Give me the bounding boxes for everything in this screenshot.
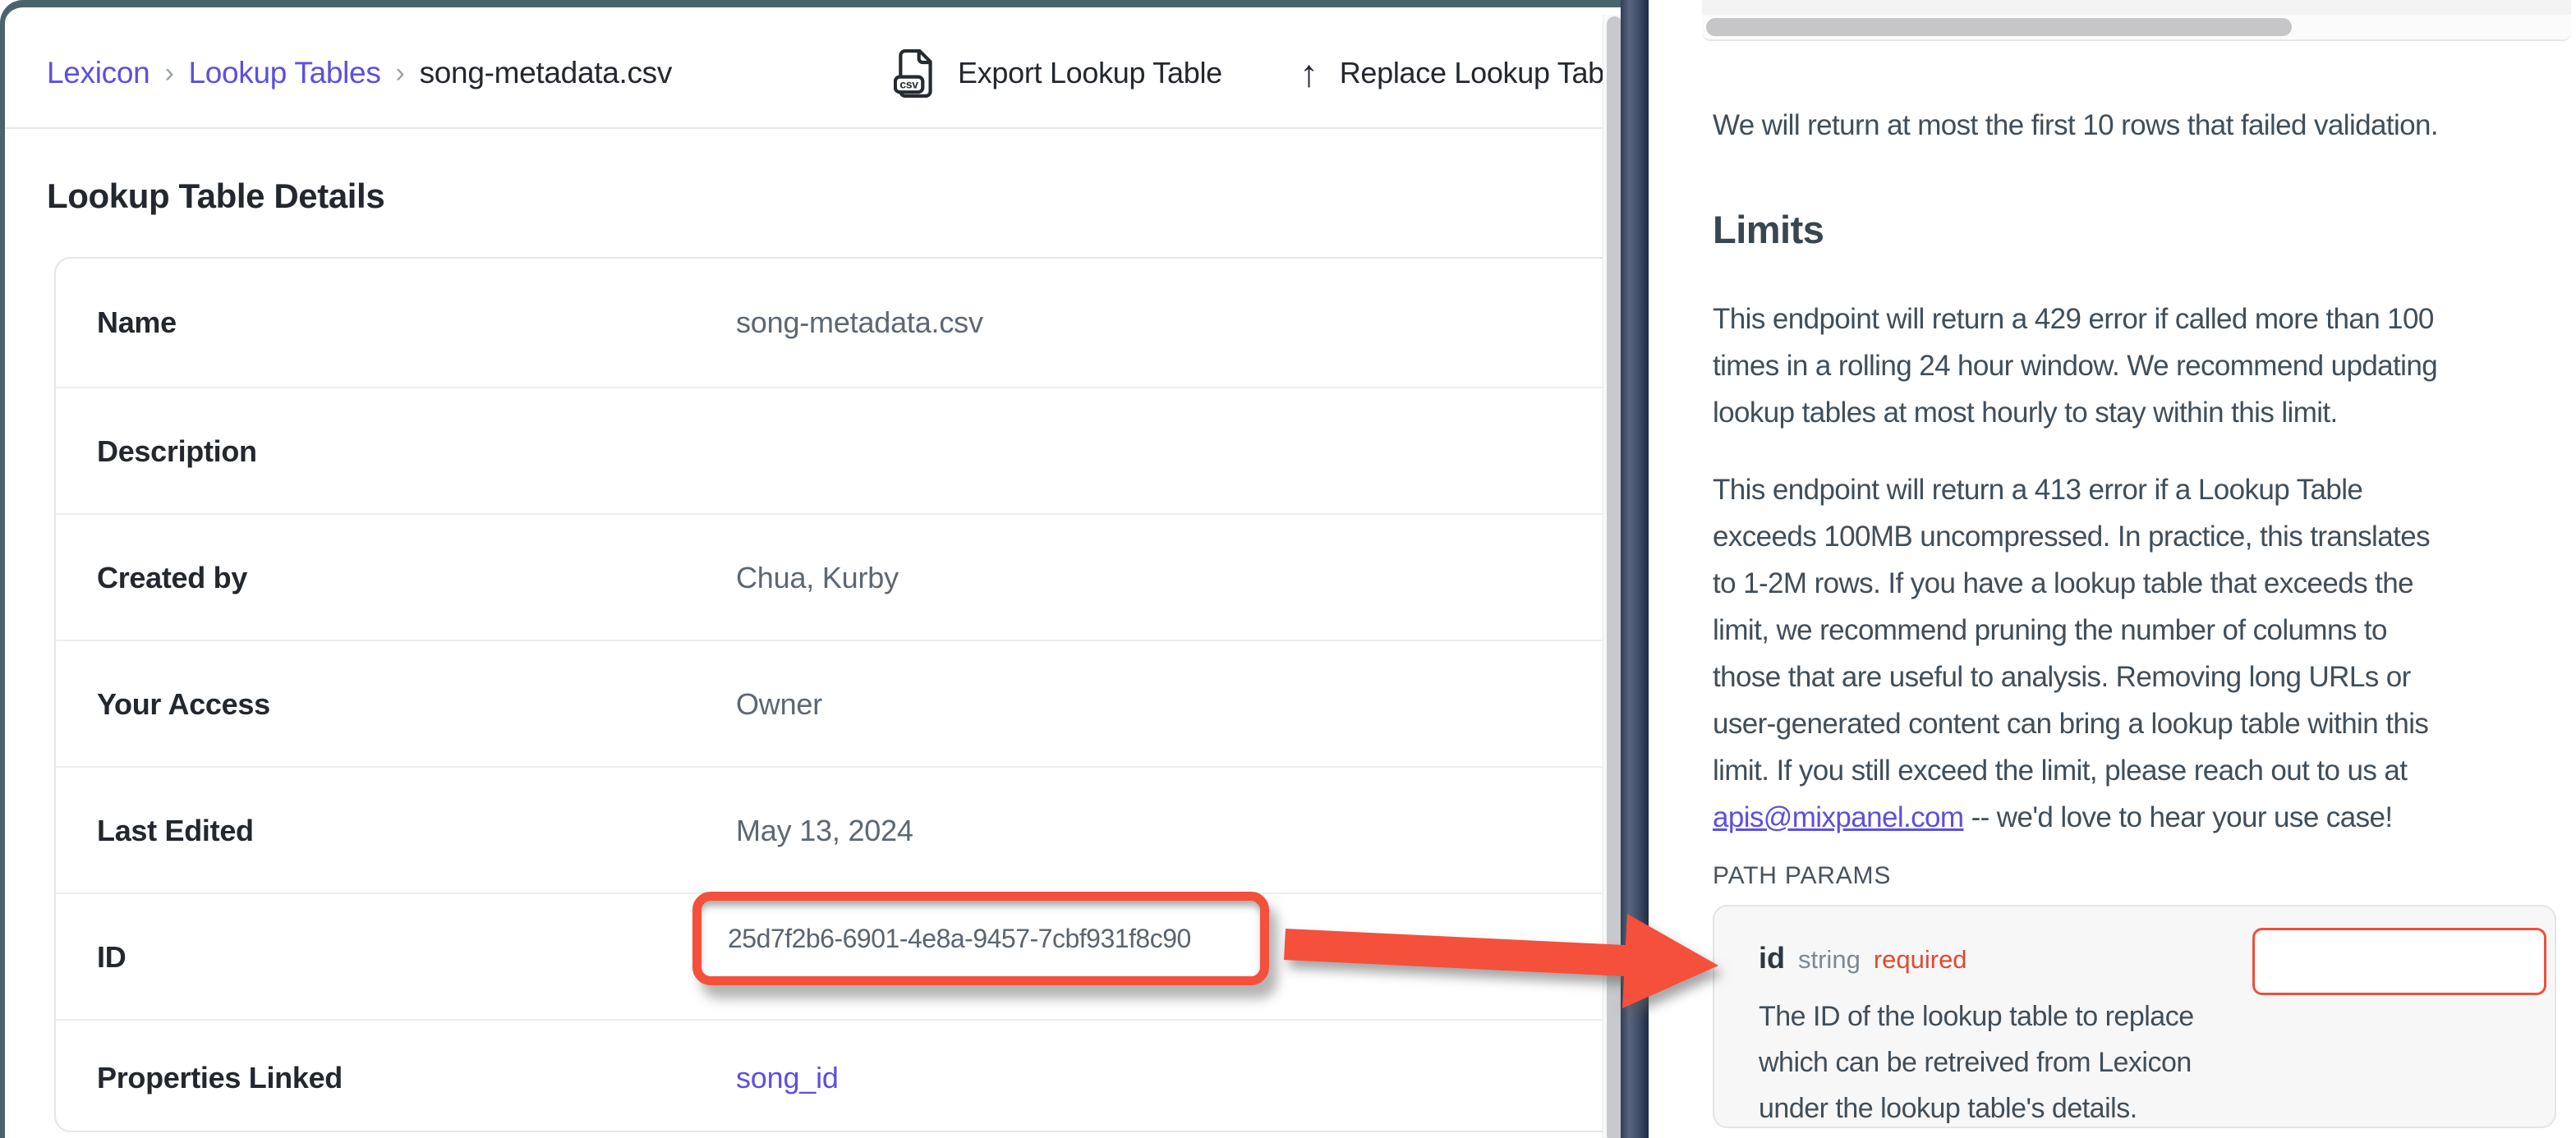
svg-text:csv: csv xyxy=(899,78,918,91)
left-panel-scrollbar-track[interactable] xyxy=(1603,15,1621,1138)
song-id-link[interactable]: song_id xyxy=(736,1061,839,1095)
text-line: limit, we recommend pruning the number o… xyxy=(1713,607,2563,654)
horizontal-scrollbar-thumb[interactable] xyxy=(1706,18,2292,36)
detail-value: Chua, Kurby xyxy=(736,561,899,595)
id-param-input[interactable] xyxy=(2252,928,2546,995)
text-line: apis@mixpanel.com -- we'd love to hear y… xyxy=(1713,794,2563,841)
header-divider xyxy=(5,127,1621,129)
panel-divider xyxy=(1621,0,1649,1138)
detail-label: Your Access xyxy=(97,687,270,722)
left-panel-scrollbar-thumb[interactable] xyxy=(1607,16,1621,1138)
param-header-row: id string required xyxy=(1759,941,1967,975)
text-line: user-generated content can bring a looku… xyxy=(1713,700,2563,747)
api-docs-panel: We will return at most the first 10 rows… xyxy=(1649,0,2576,1138)
export-button-label: Export Lookup Table xyxy=(958,56,1222,90)
path-param-card: id string required The ID of the lookup … xyxy=(1713,905,2556,1128)
detail-label: Description xyxy=(97,434,257,469)
screenshot-root: Lexicon › Lookup Tables › song-metadata.… xyxy=(0,0,2576,1138)
export-lookup-table-button[interactable]: csv Export Lookup Table xyxy=(894,44,1222,103)
mixpanel-email-link[interactable]: apis@mixpanel.com xyxy=(1713,801,1963,833)
chevron-right-icon: › xyxy=(163,57,175,89)
param-required-badge: required xyxy=(1874,945,1967,975)
detail-label: Name xyxy=(97,305,177,340)
text-line: lookup tables at most hourly to stay wit… xyxy=(1713,389,2563,436)
detail-value: song-metadata.csv xyxy=(736,305,983,340)
details-card: Name song-metadata.csv Description Creat… xyxy=(54,257,1621,1132)
text-line: This endpoint will return a 413 error if… xyxy=(1713,466,2563,513)
detail-row-created-by: Created by Chua, Kurby xyxy=(56,513,1621,641)
text-line: which can be retreived from Lexicon xyxy=(1759,1039,2482,1085)
breadcrumb-lookup-tables[interactable]: Lookup Tables xyxy=(188,56,380,90)
detail-label: ID xyxy=(97,940,126,975)
text-line: under the lookup table's details. xyxy=(1759,1085,2482,1131)
limits-heading: Limits xyxy=(1713,207,1824,252)
text-line: times in a rolling 24 hour window. We re… xyxy=(1713,342,2563,389)
text-line: The ID of the lookup table to replace xyxy=(1759,993,2482,1039)
detail-label: Created by xyxy=(97,561,247,595)
detail-label: Properties Linked xyxy=(97,1061,343,1095)
text-line: those that are useful to analysis. Remov… xyxy=(1713,654,2563,700)
text-line: exceeds 100MB uncompressed. In practice,… xyxy=(1713,513,2563,560)
replace-lookup-table-button[interactable]: ↑ Replace Lookup Table xyxy=(1300,44,1603,103)
detail-row-last-edited: Last Edited May 13, 2024 xyxy=(56,766,1621,894)
lookup-table-id-value: 25d7f2b6-6901-4e8a-9457-7cbf931f8c90 xyxy=(702,924,1191,954)
replace-button-label: Replace Lookup Table xyxy=(1340,56,1603,90)
upload-arrow-icon: ↑ xyxy=(1300,54,1318,92)
text-line: limit. If you still exceed the limit, pl… xyxy=(1713,747,2563,794)
limits-paragraph-2: This endpoint will return a 413 error if… xyxy=(1713,466,2563,841)
detail-label: Last Edited xyxy=(97,814,254,848)
detail-row-name: Name song-metadata.csv xyxy=(56,259,1621,387)
limits-paragraph-1: This endpoint will return a 429 error if… xyxy=(1713,296,2563,436)
param-description: The ID of the lookup table to replace wh… xyxy=(1759,993,2482,1131)
detail-row-properties-linked: Properties Linked song_id xyxy=(56,1019,1621,1132)
csv-file-icon: csv xyxy=(894,48,936,99)
detail-value: Owner xyxy=(736,687,822,722)
param-type: string xyxy=(1798,945,1861,975)
chevron-right-icon: › xyxy=(394,57,407,89)
detail-value: May 13, 2024 xyxy=(736,814,913,848)
page-title: Lookup Table Details xyxy=(47,177,384,216)
annotation-highlight-box: 25d7f2b6-6901-4e8a-9457-7cbf931f8c90 xyxy=(692,892,1269,985)
param-name: id xyxy=(1759,941,1785,975)
docs-top-band xyxy=(1702,0,2571,15)
docs-intro-text: We will return at most the first 10 rows… xyxy=(1713,102,2563,149)
detail-row-description: Description xyxy=(56,387,1621,515)
detail-row-your-access: Your Access Owner xyxy=(56,640,1621,768)
breadcrumb-current-file: song-metadata.csv xyxy=(420,56,673,90)
path-params-label: PATH PARAMS xyxy=(1713,862,1891,890)
breadcrumb-lexicon[interactable]: Lexicon xyxy=(47,56,150,90)
breadcrumb: Lexicon › Lookup Tables › song-metadata.… xyxy=(47,50,672,96)
text-line: This endpoint will return a 429 error if… xyxy=(1713,296,2563,342)
text-line: to 1-2M rows. If you have a lookup table… xyxy=(1713,560,2563,607)
text-after-link: -- we'd love to hear your use case! xyxy=(1963,801,2392,833)
